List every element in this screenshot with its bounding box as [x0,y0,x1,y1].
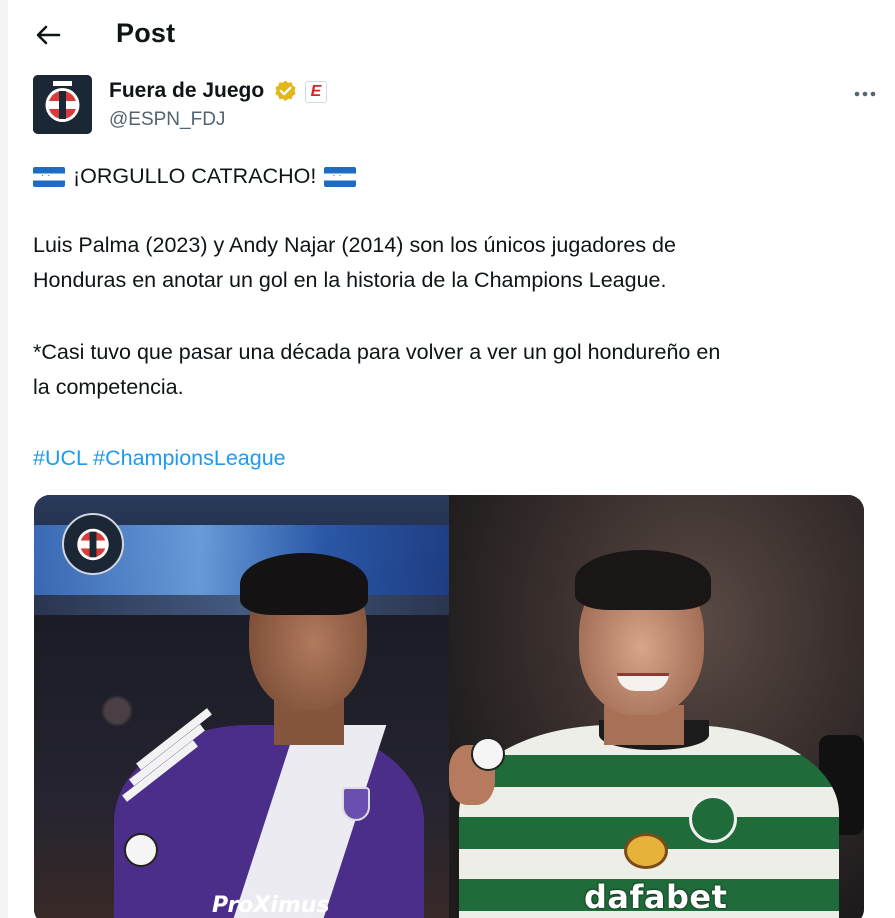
more-options-button[interactable] [847,79,883,109]
hashtag-link[interactable]: #UCL [33,446,87,470]
tweet-hashtags: #UCL #ChampionsLeague [33,441,863,476]
hashtag-link[interactable]: #ChampionsLeague [93,446,285,470]
tweet-headline: ¡ORGULLO CATRACHO! [33,159,863,194]
sponsor-logo-icon [624,833,668,869]
headline-text: ¡ORGULLO CATRACHO! [73,164,317,188]
ucl-starball-icon [124,833,158,867]
club-crest-icon [689,795,737,843]
logo-mark [77,528,109,561]
player-hair [575,550,711,610]
player-hair [240,553,368,615]
page-title: Post [116,18,176,48]
author-handle[interactable]: @ESPN_FDJ [109,109,225,131]
avatar[interactable] [33,75,92,134]
more-horizontal-icon [854,91,876,97]
author-row: Fuera de Juego E @ESPN_FDJ [33,75,876,137]
espn-fdj-logo-icon [62,513,124,575]
honduras-flag-icon [324,166,357,187]
paragraph-line: la competencia. [33,375,184,399]
ucl-starball-icon [471,737,505,771]
jersey-sponsor: dafabet [584,878,728,916]
paragraph-line: Luis Palma (2023) y Andy Najar (2014) so… [33,233,676,257]
jersey-sponsor: ProXimus [212,893,330,918]
author-name[interactable]: Fuera de Juego [109,79,264,103]
arrow-left-icon [36,25,61,45]
club-crest-icon [342,787,370,821]
paragraph-line: *Casi tuvo que pasar una década para vol… [33,340,721,364]
left-border [0,0,8,918]
paragraph-line: Honduras en anotar un gol en la historia… [33,268,667,292]
tweet-media-image[interactable]: ProXimus dafabet [34,495,864,918]
honduras-flag-icon [33,166,65,187]
left-player-photo: ProXimus [34,495,449,918]
espn-fdj-logo-icon [33,75,92,134]
page-header: Post [8,0,888,70]
right-player-photo: dafabet [449,495,864,918]
affiliate-badge-icon: E [305,81,327,103]
back-button[interactable] [30,17,66,53]
verified-badge-icon [275,80,296,101]
tweet-paragraph-2: *Casi tuvo que pasar una década para vol… [33,335,863,405]
tweet-paragraph-1: Luis Palma (2023) y Andy Najar (2014) so… [33,228,863,298]
